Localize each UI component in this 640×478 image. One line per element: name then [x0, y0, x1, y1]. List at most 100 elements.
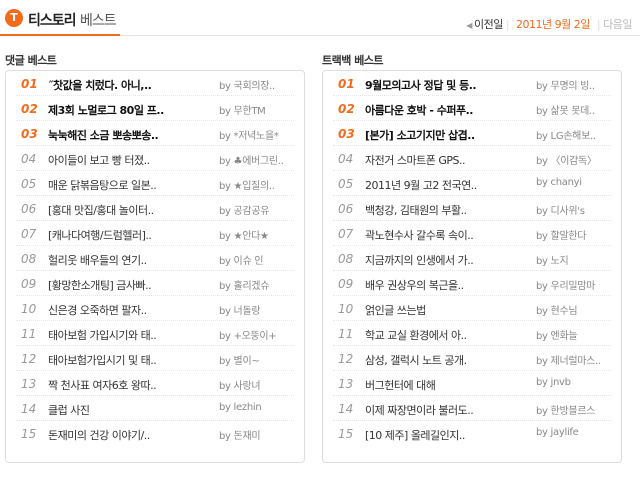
rank-number: 09 [338, 277, 354, 291]
author-link[interactable]: by 무명의 빙.. [536, 77, 616, 92]
list-item: 11 태아보험 가입시기와 태.. by +오뚱이+ [16, 321, 294, 346]
author-link[interactable]: by 노지 [536, 252, 616, 267]
trackback-best-heading: 트랙백 베스트 [322, 54, 384, 67]
author-link[interactable]: by jaylife [536, 427, 616, 438]
list-item: 06 백청강, 김태원의 부활.. by 디사위's [333, 196, 611, 221]
author-link[interactable]: by jnvb [536, 377, 616, 388]
list-item: 11 학교 교실 환경에서 아.. by 엔화늘 [333, 321, 611, 346]
post-title-link[interactable]: 삼성, 갤럭시 노트 공개. [365, 352, 530, 368]
author-link[interactable]: by 국회의장.. [219, 77, 299, 92]
author-link[interactable]: by 우리밀맘마 [536, 277, 616, 292]
author-link[interactable]: by 현수님 [536, 302, 616, 317]
comment-best-list: 01 ˝찻값을 치렀다. 아니,.. by 국회의장.. 02 제3회 노멀로그 80일… [6, 71, 304, 445]
author-link[interactable]: by 한방블르스 [536, 402, 616, 417]
post-title-link[interactable]: 9월모의고사 정답 및 등.. [365, 77, 530, 93]
author-link[interactable]: by ♣에버그린.. [219, 152, 299, 167]
post-title-link[interactable]: 짝 천사표 여자6호 왕따.. [48, 377, 213, 393]
list-item: 06 [홍대 맛집/홍대 놀이터.. by 공감공유 [16, 196, 294, 221]
list-item: 14 이제 짜장면이라 불러도.. by 한방블르스 [333, 396, 611, 421]
post-title-link[interactable]: 태아보험 가입시기와 태.. [48, 327, 213, 343]
rank-number: 10 [338, 302, 354, 316]
post-title-link[interactable]: 학교 교실 환경에서 아.. [365, 327, 530, 343]
rank-number: 07 [21, 227, 37, 241]
tistory-logo-icon[interactable]: T [5, 9, 23, 27]
post-title-link[interactable]: 아이들이 보고 빵 터졌.. [48, 152, 213, 168]
prev-arrow-icon[interactable]: ◀ [466, 21, 472, 30]
author-link[interactable]: by 삶못 못데.. [536, 102, 616, 117]
comment-best-panel: 01 ˝찻값을 치렀다. 아니,.. by 국회의장.. 02 제3회 노멀로그 80일… [5, 70, 305, 463]
author-link[interactable]: by ★안다★ [219, 227, 299, 242]
post-title-link[interactable]: 태아보험가입시기 및 태.. [48, 352, 213, 368]
post-title-link[interactable]: 아름다운 호박 - 수퍼푸.. [365, 102, 530, 118]
post-title-link[interactable]: 눅눅해진 소금 뽀송뽀송.. [48, 127, 213, 143]
post-title-link[interactable]: 제3회 노멀로그 80일 프.. [48, 102, 213, 118]
author-link[interactable]: by 이슈 인 [219, 252, 299, 267]
author-link[interactable]: by 공감공유 [219, 202, 299, 217]
rank-number: 12 [338, 352, 354, 366]
rank-number: 13 [338, 377, 354, 391]
list-item: 05 매운 닭볶음탕으로 일본.. by ★입질의.. [16, 171, 294, 196]
post-title-link[interactable]: 헐리웃 배우들의 연기.. [48, 252, 213, 268]
divider: | [596, 18, 601, 31]
author-link[interactable]: by 별이~ [219, 352, 299, 367]
list-item: 15 [10 제주] 올레길인지.. by jaylife [333, 421, 611, 445]
post-title-link[interactable]: [본가] 소고기지만 삽겹.. [365, 127, 530, 143]
author-link[interactable]: by 홀리겠슈 [219, 277, 299, 292]
post-title-link[interactable]: 신은경 오죽하면 팔자.. [48, 302, 213, 318]
author-link[interactable]: by 너돌랑 [219, 302, 299, 317]
author-link[interactable]: by 디사위's [536, 202, 616, 217]
post-title-link[interactable]: 곽노현수사 갈수록 속이.. [365, 227, 530, 243]
rank-number: 10 [21, 302, 37, 316]
author-link[interactable]: by 무한TM [219, 102, 299, 117]
author-link[interactable]: by 제너럴마스.. [536, 352, 616, 367]
post-title-link[interactable]: [10 제주] 올레길인지.. [365, 427, 530, 443]
brand-name: 티스토리 [28, 13, 77, 29]
post-title-link[interactable]: ˝찻값을 치렀다. 아니,.. [48, 77, 213, 93]
rank-number: 15 [21, 427, 37, 441]
post-title-link[interactable]: 돈재미의 건강 이야기/.. [48, 427, 213, 443]
rank-number: 03 [338, 127, 355, 141]
post-title-link[interactable]: 매운 닭볶음탕으로 일본.. [48, 177, 213, 193]
author-link[interactable]: by chanyi [536, 177, 616, 188]
author-link[interactable]: by 〈이감독〉 [536, 152, 616, 167]
post-title-link[interactable]: 얽인글 쓰는법 [365, 302, 530, 318]
post-title-link[interactable]: 백청강, 김태원의 부활.. [365, 202, 530, 218]
rank-number: 15 [338, 427, 354, 441]
post-title-link[interactable]: 지금까지의 인생에서 가.. [365, 252, 530, 268]
prev-day-link[interactable]: 이전일 [474, 18, 503, 31]
rank-number: 04 [338, 152, 354, 166]
author-link[interactable]: by ★입질의.. [219, 177, 299, 192]
list-item: 09 배우 권상우의 복근을.. by 우리밀맘마 [333, 271, 611, 296]
post-title-link[interactable]: 클럽 사진 [48, 402, 213, 418]
author-link[interactable]: by +오뚱이+ [219, 327, 299, 342]
post-title-link[interactable]: 이제 짜장면이라 불러도.. [365, 402, 530, 418]
author-link[interactable]: by 할말한다 [536, 227, 616, 242]
rank-number: 05 [21, 177, 37, 191]
list-item: 08 헐리웃 배우들의 연기.. by 이슈 인 [16, 246, 294, 271]
author-link[interactable]: by LG손해보.. [536, 127, 616, 142]
author-link[interactable]: by 엔화늘 [536, 327, 616, 342]
next-day-link[interactable]: 다음일 [603, 18, 632, 31]
post-title-link[interactable]: [황망한소개팅] 금사빠.. [48, 277, 213, 293]
list-item: 10 신은경 오죽하면 팔자.. by 너돌랑 [16, 296, 294, 321]
author-link[interactable]: by *저녁노을* [219, 127, 299, 142]
post-title-link[interactable]: 버그헌터에 대해 [365, 377, 530, 393]
post-title-link[interactable]: 2011년 9월 고2 전국연.. [365, 177, 530, 193]
rank-number: 06 [21, 202, 37, 216]
rank-number: 01 [338, 77, 355, 91]
divider: | [505, 18, 510, 31]
page-title[interactable]: 티스토리 베스트 [28, 10, 117, 30]
list-item: 12 태아보험가입시기 및 태.. by 별이~ [16, 346, 294, 371]
author-link[interactable]: by lezhin [219, 402, 299, 413]
rank-number: 09 [21, 277, 37, 291]
author-link[interactable]: by 사랑녀 [219, 377, 299, 392]
list-item: 02 아름다운 호박 - 수퍼푸.. by 삶못 못데.. [333, 96, 611, 121]
post-title-link[interactable]: [홍대 맛집/홍대 놀이터.. [48, 202, 213, 218]
post-title-link[interactable]: 배우 권상우의 복근을.. [365, 277, 530, 293]
rank-number: 14 [338, 402, 354, 416]
date-navigation: ◀ 이전일 | 2011년 9월 2일 | 다음일 [466, 16, 632, 32]
author-link[interactable]: by 돈재미 [219, 427, 299, 442]
post-title-link[interactable]: [캐나다여행/드럼헬러].. [48, 227, 213, 243]
list-item: 02 제3회 노멀로그 80일 프.. by 무한TM [16, 96, 294, 121]
post-title-link[interactable]: 자전거 스마트폰 GPS.. [365, 152, 530, 168]
